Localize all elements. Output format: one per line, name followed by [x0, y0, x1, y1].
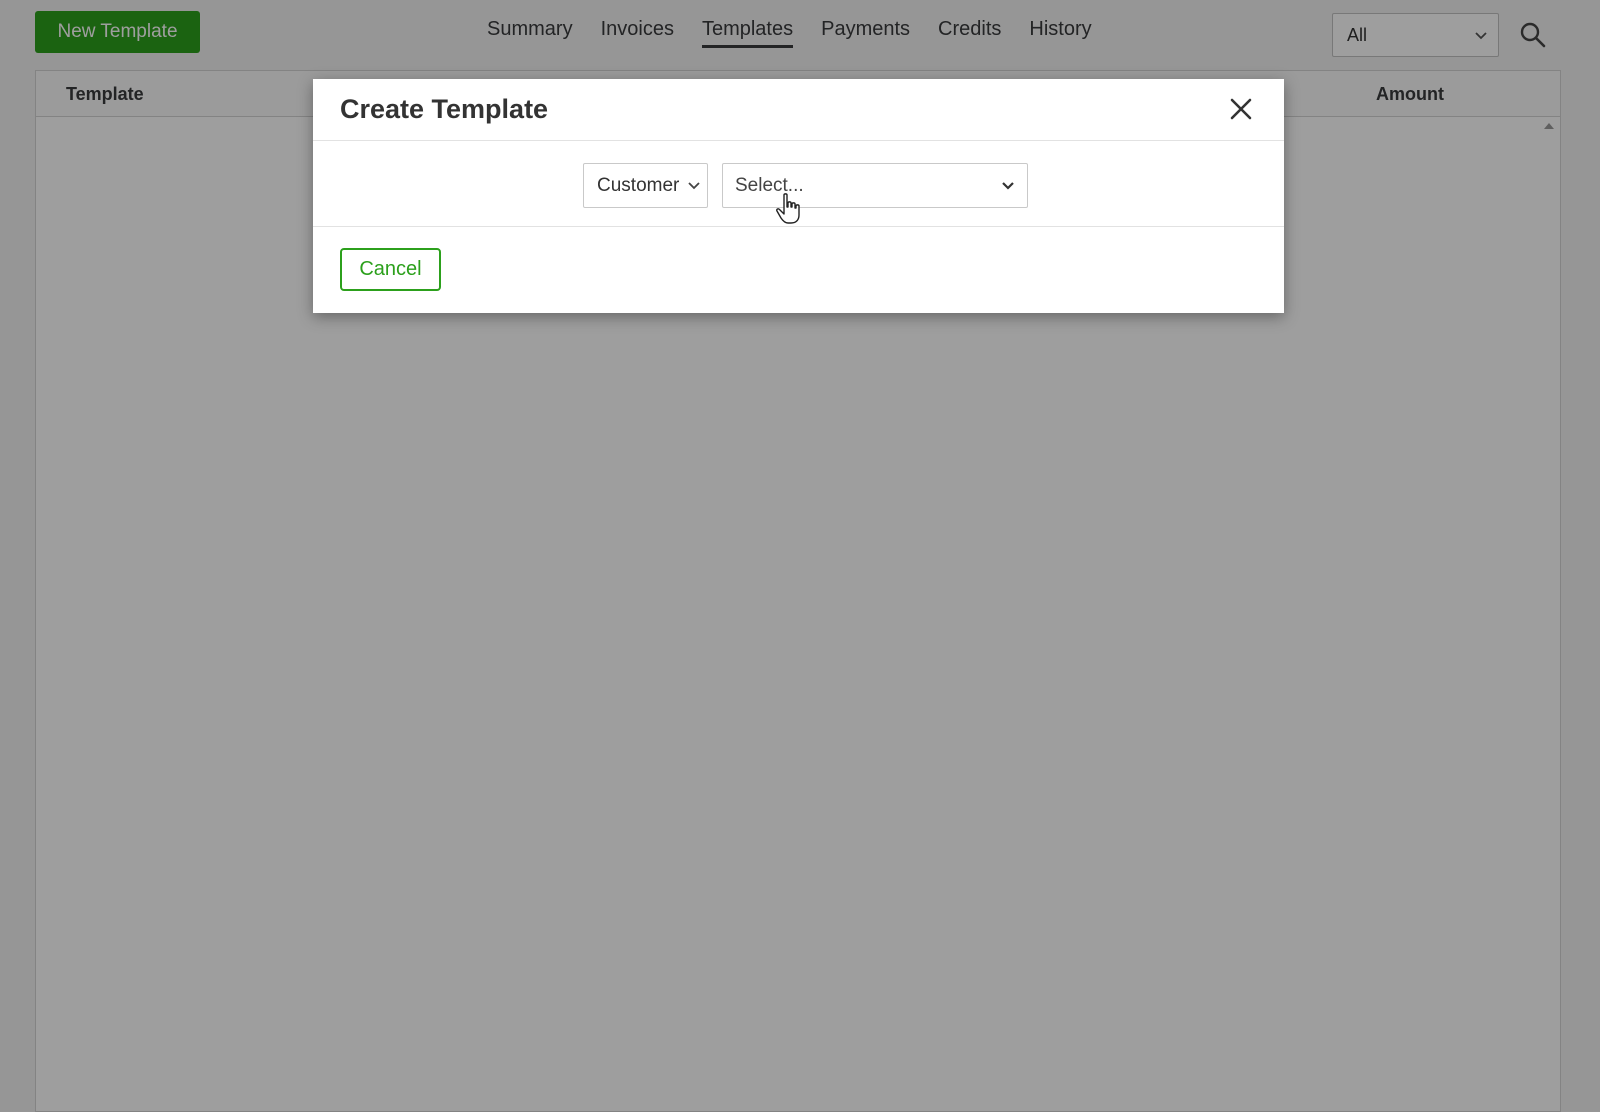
dialog-footer: Cancel — [313, 227, 1284, 313]
chevron-down-icon — [687, 175, 701, 197]
customer-select[interactable]: Select... — [722, 163, 1028, 208]
close-icon[interactable] — [1228, 96, 1254, 122]
hand-pointer-icon — [775, 192, 803, 226]
template-type-select[interactable]: Customer — [583, 163, 708, 208]
cancel-button[interactable]: Cancel — [340, 248, 441, 291]
chevron-down-icon — [1001, 175, 1015, 197]
dialog-header: Create Template — [313, 79, 1284, 141]
template-type-value: Customer — [597, 174, 680, 196]
dialog-title: Create Template — [340, 94, 549, 124]
